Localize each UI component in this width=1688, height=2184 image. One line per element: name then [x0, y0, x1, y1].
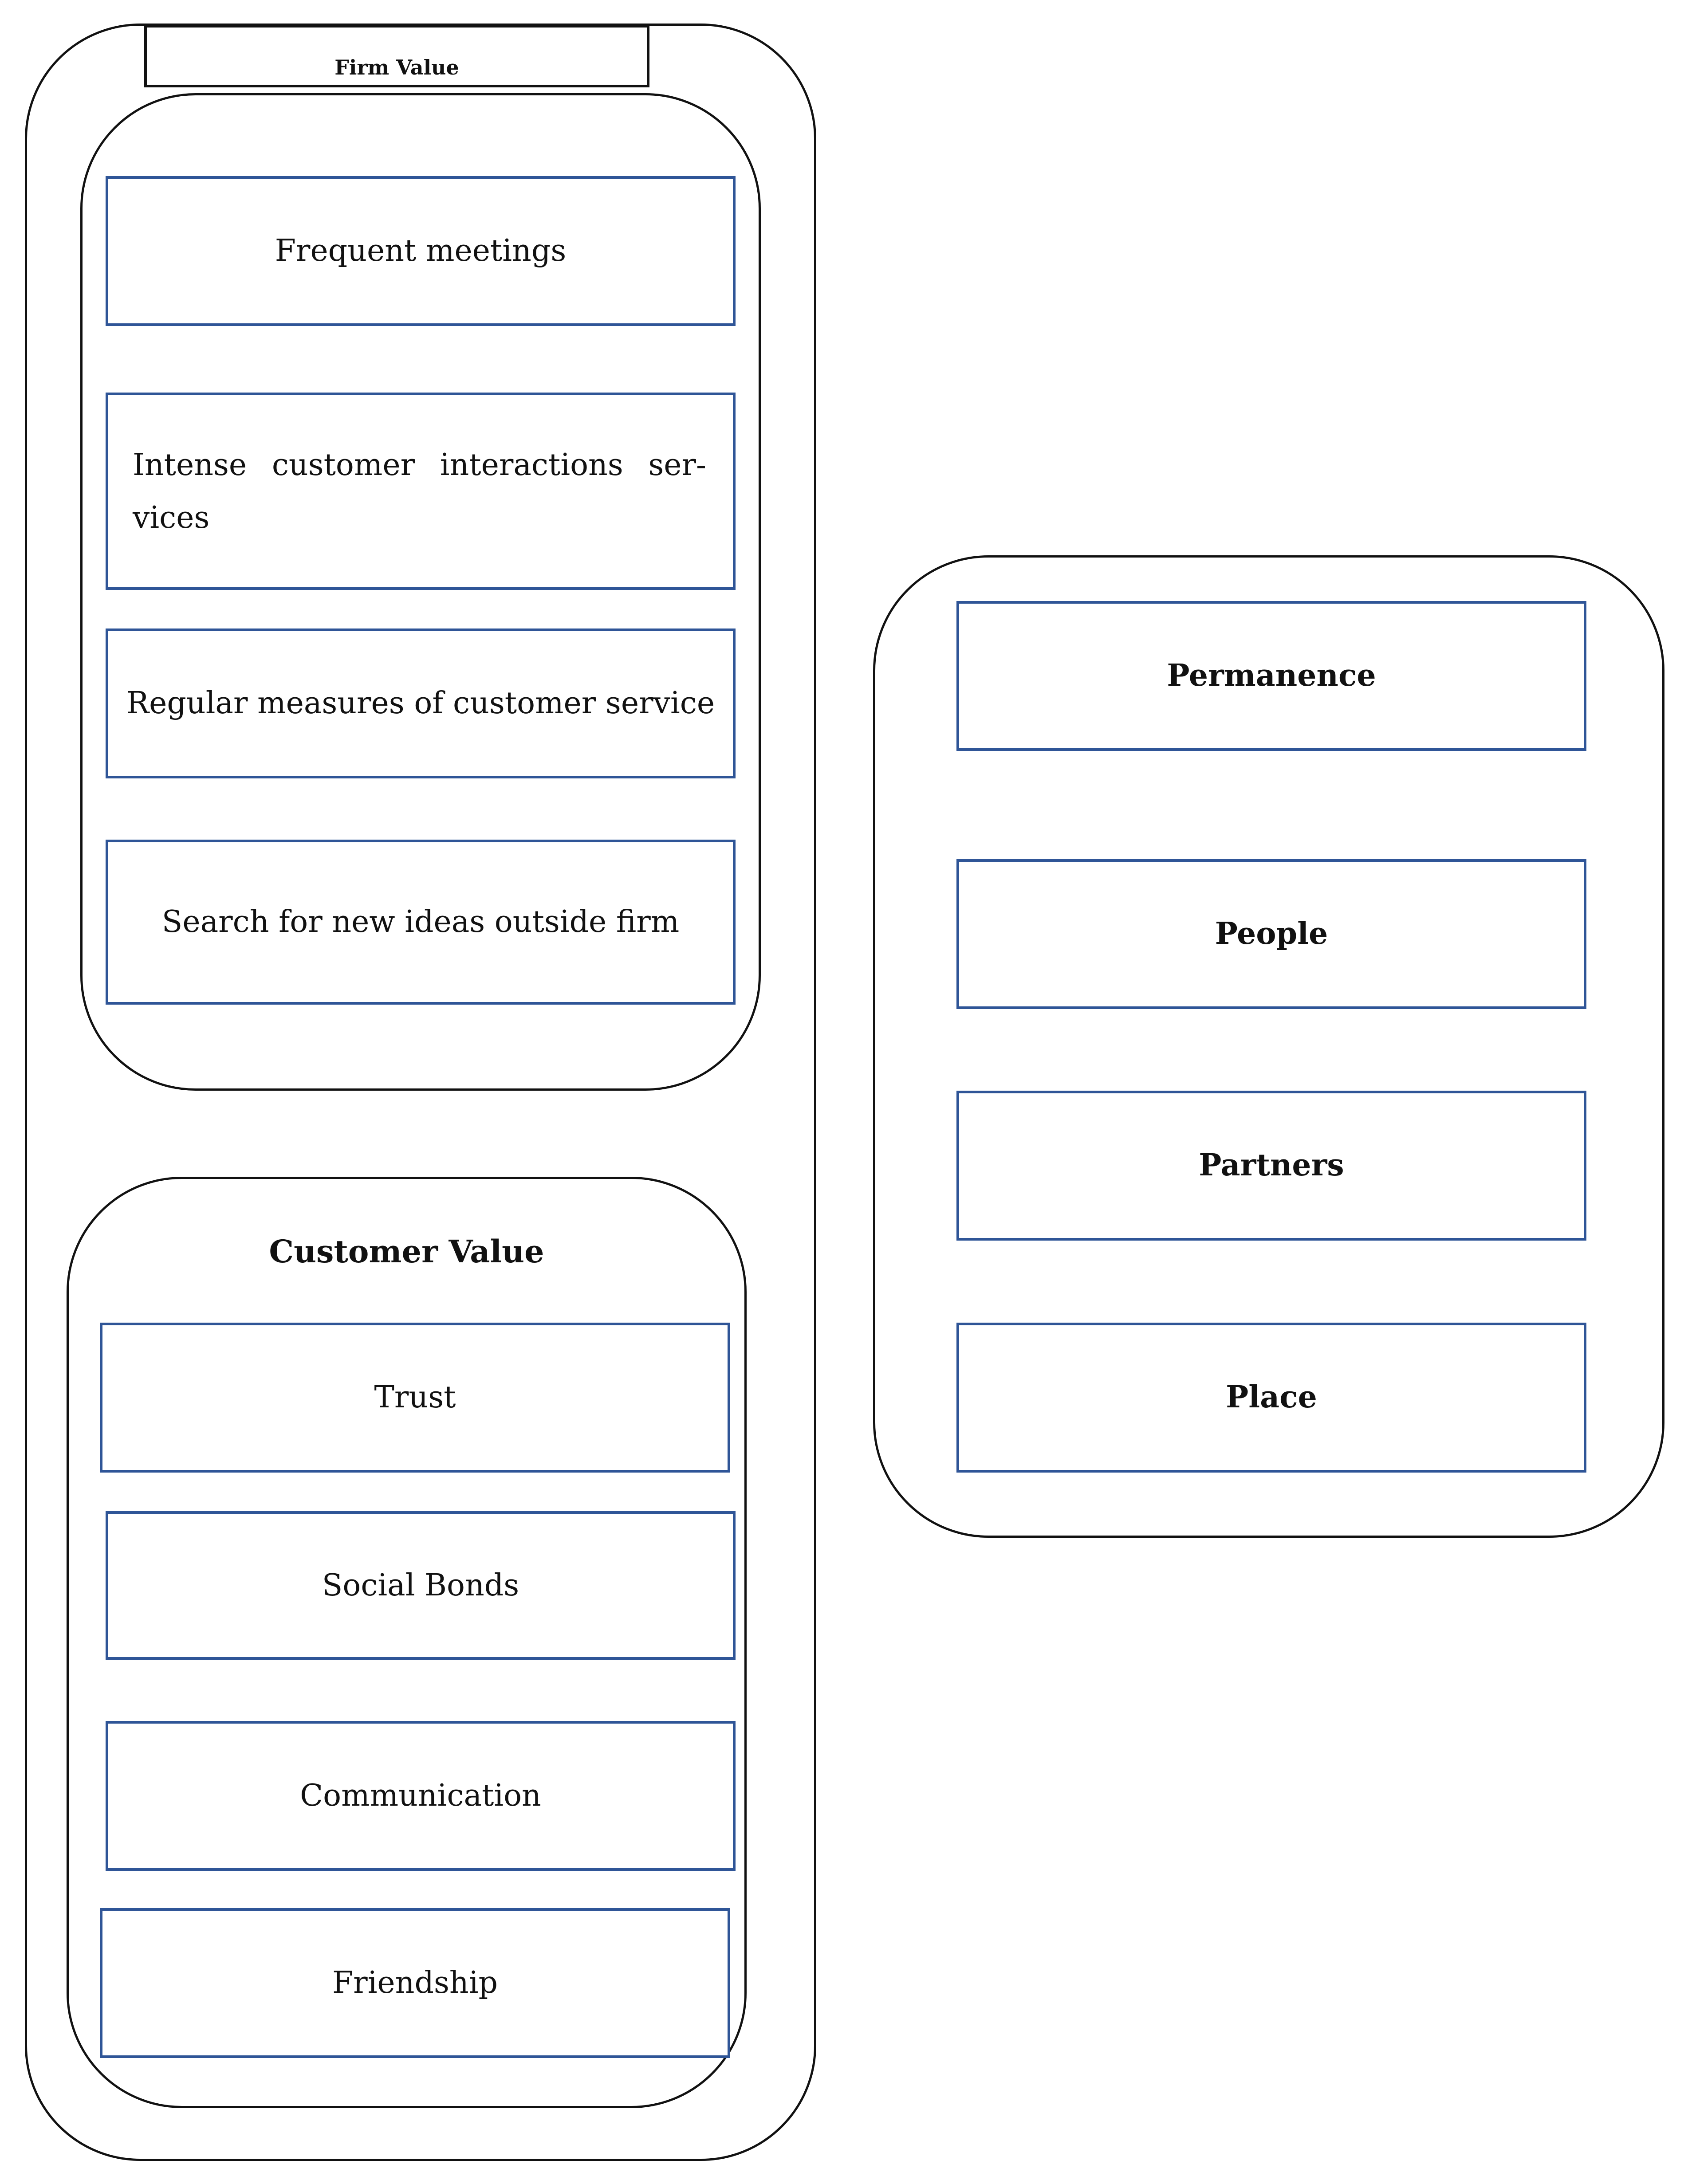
firm-value-header: Firm Value: [144, 25, 649, 87]
item-people: People: [956, 859, 1586, 1009]
item-partners: Partners: [956, 1091, 1586, 1241]
customer-value-title: Customer Value: [269, 1233, 544, 1270]
item-friendship: Friendship: [100, 1908, 730, 2058]
item-intense-line: Intense customer interactions ser- vices: [133, 447, 706, 535]
item-place: Place: [956, 1323, 1586, 1473]
item-intense-customer-interactions-text: Intense customer interactions ser- vices: [133, 439, 706, 544]
item-search-new-ideas: Search for new ideas outside firm: [106, 840, 736, 1005]
item-intense-customer-interactions: Intense customer interactions ser- vices: [106, 393, 736, 590]
item-permanence: Permanence: [956, 601, 1586, 751]
item-communication: Communication: [106, 1721, 736, 1871]
item-trust: Trust: [100, 1323, 730, 1473]
item-social-bonds: Social Bonds: [106, 1511, 736, 1660]
item-frequent-meetings: Frequent meetings: [106, 176, 736, 326]
item-regular-measures: Regular measures of customer service: [106, 628, 736, 778]
